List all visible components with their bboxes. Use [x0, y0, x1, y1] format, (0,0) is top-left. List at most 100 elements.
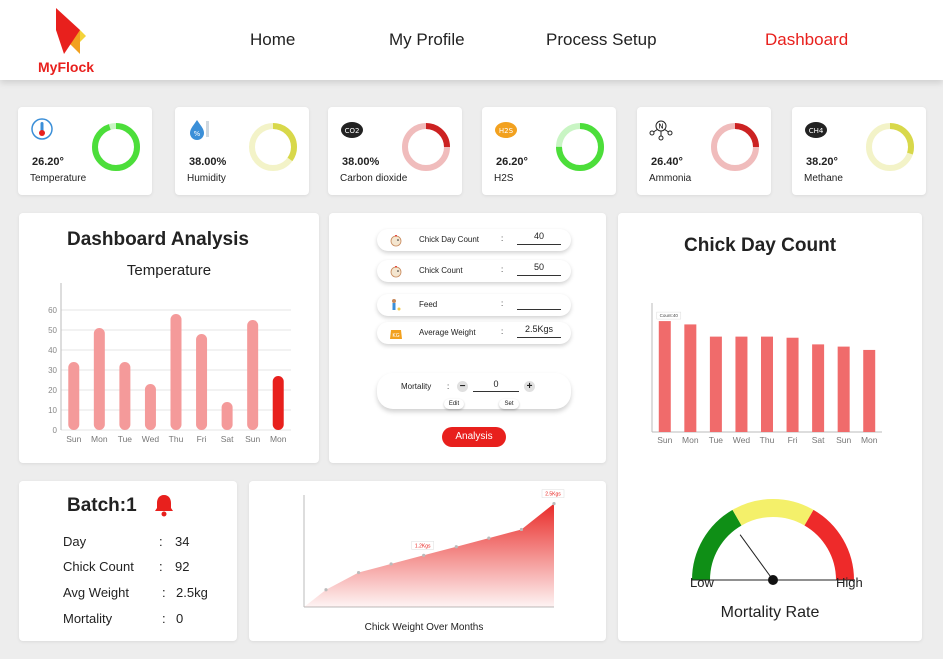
bar	[221, 402, 233, 430]
form-label: Average Weight	[419, 328, 476, 337]
analysis-button[interactable]: Analysis	[442, 427, 506, 447]
x-tick-label: Thu	[760, 435, 775, 445]
h2s-icon-text: H2S	[499, 127, 514, 135]
sensor-card-humidity[interactable]: % 38.00% Humidity	[175, 107, 309, 195]
temperature-bar-chart: Temperature 0 10 20 30 40 50 60 Sun Mon Tue Wed Thu F…	[48, 262, 291, 444]
nav-home[interactable]: Home	[250, 30, 295, 50]
mortality-rate-label: Mortality Rate	[720, 604, 820, 621]
gauge-high-label: High	[836, 575, 863, 590]
chick-day-count-title: Chick Day Count	[684, 235, 837, 256]
sensor-ring-gauge	[249, 123, 297, 171]
x-tick-label: Sun	[245, 434, 260, 444]
feed-icon	[392, 299, 401, 311]
data-point	[454, 545, 458, 549]
batch-value: 92	[175, 559, 190, 574]
chick-icon	[390, 266, 402, 278]
batch-label: Mortality	[63, 611, 113, 626]
gauge-needle	[739, 534, 774, 581]
average-weight-input[interactable]: 2.5Kgs	[517, 324, 561, 338]
x-tick-label: Fri	[788, 435, 798, 445]
gauge-low-label: Low	[690, 575, 714, 590]
sensor-card-ammonia[interactable]: N 26.40° Ammonia	[637, 107, 771, 195]
x-tick-label: Sat	[812, 435, 825, 445]
x-tick-label: Fri	[197, 434, 207, 444]
kg-icon-text: KG	[392, 333, 399, 339]
sensor-value: 26.40°	[651, 156, 683, 168]
h2s-icon: H2S	[495, 122, 517, 138]
batch-value: 34	[175, 534, 190, 549]
batch-label: Chick Count	[63, 559, 134, 574]
batch-label: Avg Weight	[63, 585, 130, 600]
form-colon: :	[501, 327, 504, 336]
form-row-average-weight[interactable]: KG Average Weight : 2.5Kgs	[377, 322, 571, 344]
sensor-card-carbon-dioxide[interactable]: CO2 38.00% Carbon dioxide	[328, 107, 462, 195]
mortality-input[interactable]: 0	[473, 379, 519, 392]
nav-dashboard[interactable]: Dashboard	[765, 30, 848, 50]
data-point	[422, 553, 426, 557]
y-tick-label: 10	[48, 406, 57, 415]
x-tick-label: Mon	[861, 435, 878, 445]
x-tick-label: Tue	[118, 434, 133, 444]
dashboard-analysis-title: Dashboard Analysis	[67, 229, 249, 250]
sensor-label: Carbon dioxide	[340, 173, 408, 184]
x-tick-label: Tue	[709, 435, 724, 445]
bar	[658, 321, 671, 432]
sensor-card-methane[interactable]: CH4 38.20° Methane	[792, 107, 926, 195]
form-label: Chick Count	[419, 266, 463, 275]
bar	[863, 349, 876, 432]
sensor-label: Humidity	[187, 173, 226, 184]
ammonia-icon-text: N	[658, 123, 663, 131]
sensor-value: 26.20°	[496, 156, 528, 168]
gauge-pivot	[768, 575, 778, 585]
dashboard-analysis-panel: Dashboard Analysis Temperature 0 10 20 30 40 5…	[19, 213, 319, 463]
sensor-label: Ammonia	[649, 173, 692, 184]
bar	[170, 314, 182, 430]
edit-button[interactable]: Edit	[444, 399, 464, 409]
sensor-value: 26.20°	[32, 156, 64, 168]
nav-my-profile[interactable]: My Profile	[389, 30, 465, 50]
bar	[812, 344, 825, 432]
y-tick-label: 0	[53, 426, 58, 435]
chick-count-input[interactable]: 50	[517, 262, 561, 276]
sensor-card-h2s[interactable]: H2S 26.20° H2S	[482, 107, 616, 195]
methane-icon: CH4	[805, 122, 827, 138]
bar	[709, 336, 722, 432]
sensor-card-temperature[interactable]: 26.20° Temperature	[18, 107, 152, 195]
bar	[761, 336, 773, 432]
data-point	[519, 527, 524, 532]
batch-colon: :	[159, 534, 163, 549]
bar	[786, 337, 799, 432]
point-annotation: 1.2Kgs	[415, 543, 431, 549]
ammonia-molecule-icon: N	[649, 120, 673, 141]
form-label: Chick Day Count	[419, 235, 480, 244]
batch-row-avg-weight: Avg Weight : 2.5kg	[63, 585, 208, 600]
bar	[144, 384, 156, 430]
increment-button[interactable]: +	[524, 381, 535, 392]
bar-annotation: Count:40	[660, 313, 679, 318]
form-colon: :	[501, 265, 504, 274]
nav-process-setup[interactable]: Process Setup	[546, 30, 657, 50]
feed-input[interactable]	[517, 296, 561, 310]
chick-data-form-panel: Chick Day Count : 40 Chick Count : 50 Fe…	[329, 213, 606, 463]
svg-text:%: %	[194, 130, 201, 138]
decrement-button[interactable]: −	[457, 381, 468, 392]
sensor-label: Temperature	[30, 173, 87, 184]
bar	[272, 376, 284, 430]
bell-icon[interactable]	[153, 493, 175, 517]
brand-name: MyFlock	[38, 59, 95, 75]
sensor-value: 38.20°	[806, 156, 838, 168]
x-tick-label: Sun	[657, 435, 672, 445]
form-colon: :	[501, 299, 504, 308]
chick-day-count-input[interactable]: 40	[517, 231, 561, 245]
set-button[interactable]: Set	[499, 399, 519, 409]
x-tick-label: Mon	[270, 434, 287, 444]
bar	[196, 334, 208, 430]
bar	[119, 362, 131, 430]
form-row-feed[interactable]: Feed :	[377, 294, 571, 316]
sensor-ring-gauge	[92, 123, 140, 171]
form-row-chick-count[interactable]: Chick Count : 50	[377, 260, 571, 282]
chick-weight-area-chart: 1.2Kgs 2.5Kgs Chick Weight Over Months	[303, 489, 565, 633]
x-tick-label: Sun	[66, 434, 81, 444]
bar	[684, 324, 697, 432]
form-row-chick-day-count[interactable]: Chick Day Count : 40	[377, 229, 571, 251]
